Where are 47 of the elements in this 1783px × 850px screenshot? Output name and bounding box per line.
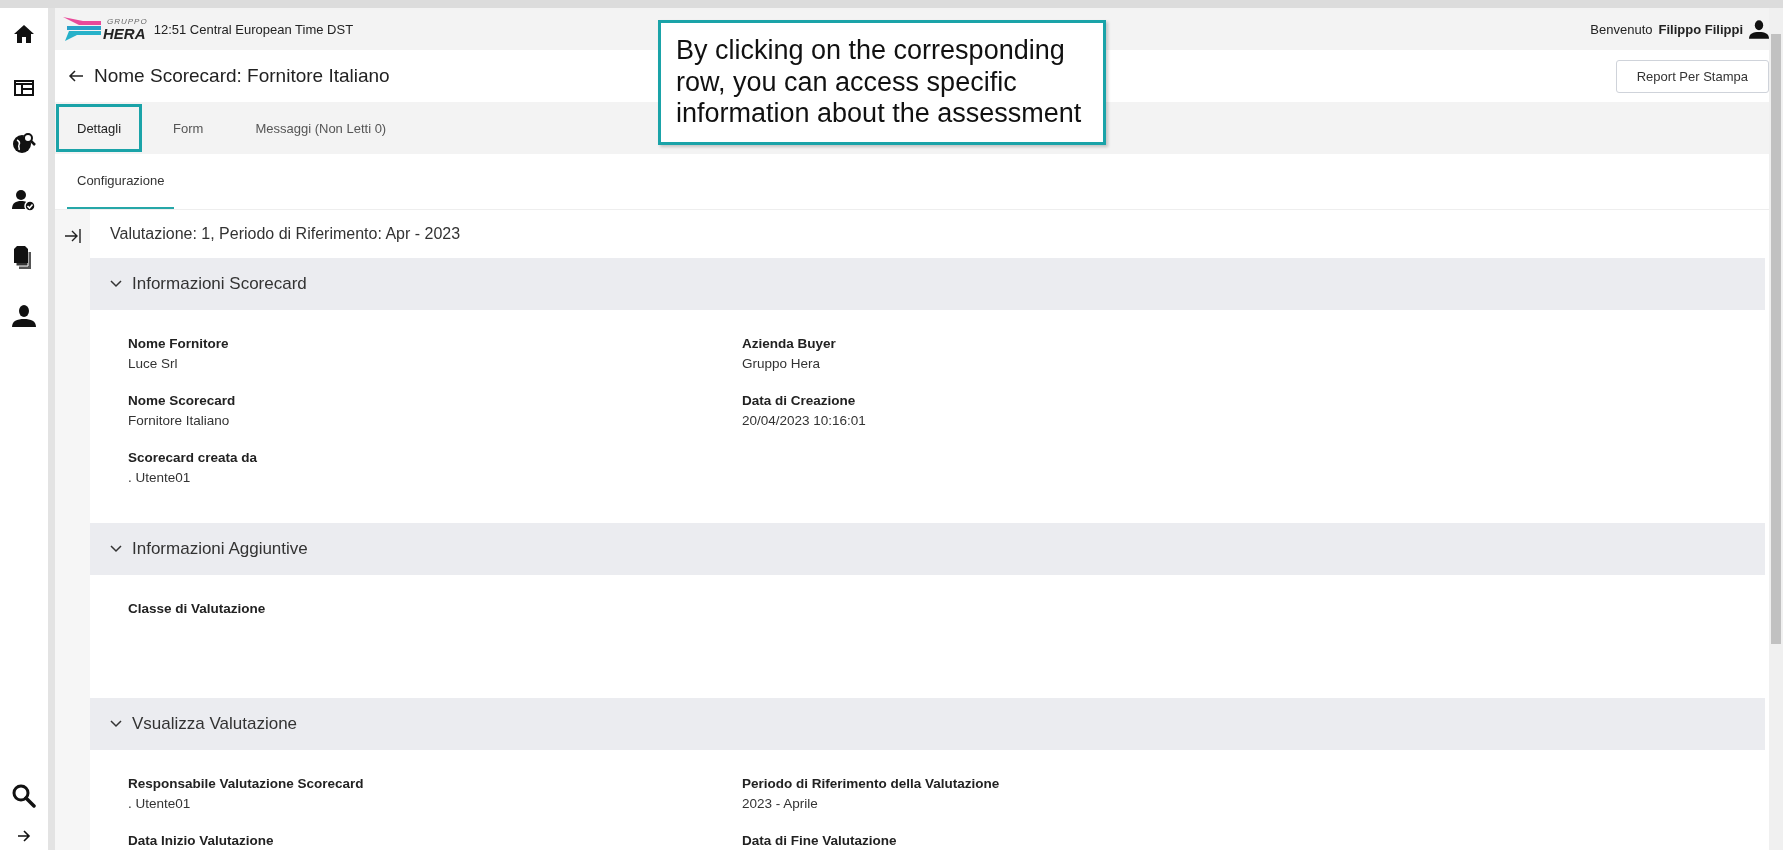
field-label: Data di Creazione [742, 393, 857, 408]
evaluation-heading: Valutazione: 1, Periodo di Riferimento: Apr - 2023 [109, 224, 462, 244]
page-title: Nome Scorecard: Fornitore Italiano [94, 65, 390, 87]
section-header[interactable]: Informazioni Scorecard [90, 258, 1765, 310]
logo-caption: GRUPPO [107, 17, 148, 26]
section-title: Informazioni Scorecard [132, 274, 307, 294]
field-value: Luce Srl [128, 356, 179, 371]
user-icon[interactable] [12, 305, 36, 327]
globe-search-icon[interactable] [12, 132, 36, 154]
user-name: Filippo Filippi [1658, 21, 1743, 37]
field-label: Responsabile Valutazione Scorecard [128, 776, 365, 791]
section-header[interactable]: Vsualizza Valutazione [90, 698, 1765, 750]
tab[interactable]: Dettagli [57, 105, 142, 151]
field-value: Fornitore Italiano [128, 413, 231, 428]
logo-text: HERA [103, 25, 147, 41]
field-label: Nome Scorecard [128, 393, 237, 408]
welcome-label: Benvenuto [1590, 21, 1653, 37]
field-label: Nome Fornitore [128, 336, 230, 351]
user-icon[interactable] [1749, 19, 1769, 39]
logo-icon [63, 17, 101, 41]
tab[interactable]: Messaggi (Non Letti 0) [235, 105, 407, 151]
section-title: Informazioni Aggiuntive [132, 539, 308, 559]
tab[interactable]: Form [153, 105, 224, 151]
home-icon[interactable] [13, 24, 35, 44]
arrow-right-icon[interactable] [17, 830, 31, 842]
field-value: . Utente01 [128, 796, 192, 811]
section-title: Vsualizza Valutazione [132, 714, 298, 734]
field-label: Scorecard creata da [128, 450, 259, 465]
search-icon[interactable] [12, 784, 36, 808]
tab[interactable]: Configurazione [67, 154, 175, 209]
section-header[interactable]: Informazioni Aggiuntive [90, 523, 1765, 575]
field-label: Data di Fine Valutazione [742, 833, 898, 848]
back-arrow-icon[interactable] [68, 70, 84, 82]
annotation-callout: By clicking on the corresponding row, you can access specific information about the assessment [658, 20, 1106, 145]
layout-icon[interactable] [13, 79, 35, 97]
field-value: Gruppo Hera [742, 356, 822, 371]
field-label: Data Inizio Valutazione [128, 833, 275, 848]
field-label: Classe di Valutazione [128, 601, 267, 616]
field-value: . Utente01 [128, 470, 192, 485]
report-button[interactable]: Report Per Stampa [1615, 59, 1769, 93]
expand-panel-icon[interactable] [63, 228, 82, 244]
field-value: 2023 - Aprile [742, 796, 819, 811]
field-label: Periodo di Riferimento della Valutazione [742, 776, 1001, 791]
field-label: Azienda Buyer [742, 336, 837, 351]
user-check-icon[interactable] [12, 189, 36, 211]
time-label: 12:51 Central European Time DST [153, 21, 354, 37]
field-value: 20/04/2023 10:16:01 [742, 413, 867, 428]
